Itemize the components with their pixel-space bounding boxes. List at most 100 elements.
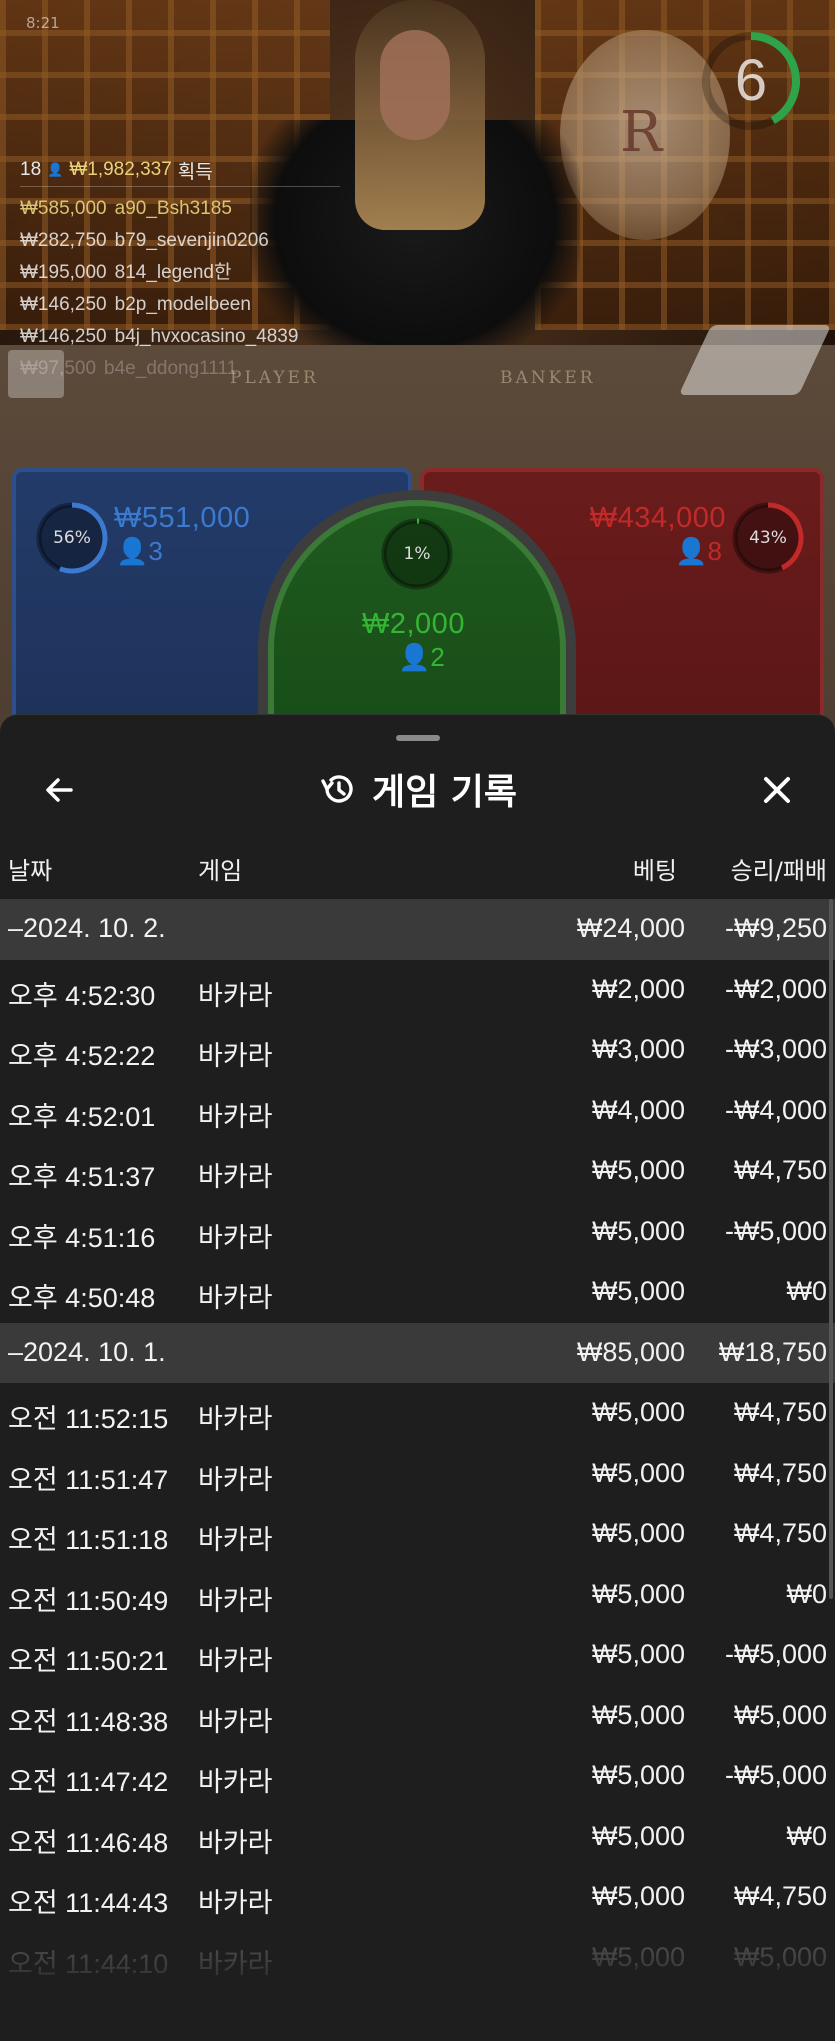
history-table[interactable]: –2024. 10. 2. ₩24,000 -₩9,250 오후 4:52:30 바카라… [0, 899, 835, 2041]
winners-list: ₩585,000 a90_Bsh3185 ₩282,750 b79_sevenjin0… [20, 193, 340, 385]
row-time: 오전 11:51:47 [8, 1464, 169, 1495]
row-game: 바카라 [198, 1283, 273, 1313]
row-time: 오후 4:52:22 [8, 1041, 156, 1071]
history-scrollbar[interactable] [829, 899, 833, 1599]
row-game: 바카라 [198, 1888, 273, 1918]
row-time: 오전 11:47:42 [8, 1767, 169, 1797]
player-bettor-count-value: 3 [148, 536, 163, 566]
game-history-sheet: 게임 기록 날짜 게임 베팅 승리/패배 –2024. 10. 2. ₩24,00… [0, 714, 835, 2041]
close-icon [764, 777, 790, 803]
live-dealer-video: R PLAYER BANKER 8:21 6 18 👤 ₩1,982,337 획… [0, 0, 835, 760]
row-game: 바카라 [198, 1706, 273, 1737]
history-column-headers: 날짜 게임 베팅 승리/패배 [0, 845, 835, 887]
sheet-drag-handle[interactable] [396, 735, 440, 741]
row-result: ₩0 [786, 1276, 828, 1306]
group-date: –2024. 10. 2. [8, 913, 166, 943]
history-row[interactable]: 오전 11:46:48 바카라 ₩5,000 ₩0 [0, 1807, 835, 1868]
history-row[interactable]: 오전 11:50:21 바카라 ₩5,000 -₩5,000 [0, 1625, 835, 1686]
player-percent: 56% [53, 528, 91, 548]
row-bet: ₩5,000 [591, 1820, 685, 1851]
row-result: -₩3,000 [724, 1034, 827, 1064]
row-bet: ₩5,000 [591, 1760, 685, 1790]
tie-bettor-count-value: 2 [430, 642, 445, 672]
row-bet: ₩5,000 [591, 1215, 685, 1246]
row-time: 오후 4:51:16 [8, 1222, 156, 1253]
row-bet: ₩5,000 [591, 1578, 685, 1609]
row-time: 오후 4:52:01 [8, 1101, 156, 1132]
player-bet-total: ₩551,000 [114, 502, 251, 534]
history-row[interactable]: 오전 11:50:49 바카라 ₩5,000 ₩0 [0, 1565, 835, 1626]
person-icon: 👤 [47, 162, 64, 177]
history-row[interactable]: 오전 11:51:47 바카라 ₩5,000 ₩4,750 [0, 1444, 835, 1505]
banker-bet-total: ₩434,000 [589, 502, 726, 534]
banker-bettor-count: 👤8 [675, 536, 722, 567]
row-result: ₩5,000 [733, 1699, 827, 1730]
row-result: -₩5,000 [724, 1639, 827, 1669]
row-bet: ₩5,000 [591, 1276, 685, 1306]
row-game: 바카라 [198, 1525, 273, 1555]
row-bet: ₩4,000 [591, 1094, 685, 1125]
group-bet-total: ₩85,000 [576, 1336, 685, 1367]
round-id: 8:21 [26, 14, 60, 32]
group-result-total: ₩18,750 [718, 1336, 827, 1367]
person-icon: 👤 [116, 536, 149, 566]
felt-label-banker: BANKER [500, 368, 596, 388]
group-result-total: -₩9,250 [724, 913, 827, 943]
column-header-date: 날짜 [8, 857, 53, 885]
row-time: 오전 11:44:43 [8, 1888, 169, 1918]
row-game: 바카라 [198, 980, 273, 1011]
row-time: 오후 4:52:30 [8, 980, 156, 1011]
list-fade-overlay [0, 1921, 835, 2041]
row-time: 오후 4:51:37 [8, 1162, 156, 1192]
history-icon [321, 775, 353, 803]
countdown-timer-value: 6 [734, 48, 768, 113]
history-row[interactable]: 오후 4:51:37 바카라 ₩5,000 ₩4,750 [0, 1141, 835, 1202]
history-row[interactable]: 오전 11:47:42 바카라 ₩5,000 -₩5,000 [0, 1746, 835, 1807]
tie-percent: 1% [403, 544, 431, 564]
row-time: 오전 11:50:21 [8, 1646, 169, 1676]
winner-row: ₩195,000 814_legend한 [20, 257, 340, 289]
row-time: 오전 11:46:48 [8, 1827, 169, 1858]
winners-suffix: 획득 [177, 161, 213, 183]
row-result: -₩5,000 [724, 1760, 827, 1790]
row-result: ₩4,750 [733, 1518, 827, 1548]
history-row[interactable]: 오전 11:48:38 바카라 ₩5,000 ₩5,000 [0, 1686, 835, 1747]
winner-nickname: b79_sevenjin0206 [114, 230, 269, 251]
date-group-row[interactable]: –2024. 10. 1. ₩85,000 ₩18,750 [0, 1322, 835, 1383]
row-bet: ₩5,000 [591, 1699, 685, 1730]
close-button[interactable] [752, 765, 802, 815]
history-row[interactable]: 오전 11:44:43 바카라 ₩5,000 ₩4,750 [0, 1867, 835, 1928]
row-game: 바카라 [198, 1222, 273, 1253]
winner-nickname: b4j_hvxocasino_4839 [114, 326, 299, 347]
winner-nickname: b2p_modelbeen [114, 294, 251, 315]
dealer-face [380, 30, 450, 140]
history-row[interactable]: 오후 4:50:48 바카라 ₩5,000 ₩0 [0, 1262, 835, 1323]
winner-amount: ₩195,000 [20, 262, 107, 283]
banker-percent: 43% [749, 528, 787, 548]
winner-amount: ₩146,250 [20, 294, 107, 315]
date-group-row[interactable]: –2024. 10. 2. ₩24,000 -₩9,250 [0, 899, 835, 960]
winner-amount: ₩97,500 [20, 358, 97, 379]
row-bet: ₩5,000 [591, 1881, 685, 1911]
sheet-title: 게임 기록 [371, 772, 517, 813]
winners-summary: 18 👤 ₩1,982,337 획득 [20, 156, 340, 184]
row-result: ₩0 [786, 1578, 828, 1609]
winner-amount: ₩585,000 [20, 198, 107, 219]
row-bet: ₩5,000 [591, 1155, 685, 1185]
row-game: 바카라 [198, 1404, 273, 1434]
row-time: 오후 4:50:48 [8, 1283, 156, 1313]
winner-row: ₩146,250 b2p_modelbeen [20, 289, 340, 321]
row-game: 바카라 [198, 1101, 273, 1132]
history-row[interactable]: 오후 4:52:22 바카라 ₩3,000 -₩3,000 [0, 1020, 835, 1081]
row-bet: ₩5,000 [591, 1639, 685, 1669]
history-row[interactable]: 오후 4:51:16 바카라 ₩5,000 -₩5,000 [0, 1202, 835, 1263]
row-time: 오전 11:48:38 [8, 1706, 169, 1737]
row-bet: ₩5,000 [591, 1397, 685, 1427]
history-row[interactable]: 오전 11:52:15 바카라 ₩5,000 ₩4,750 [0, 1383, 835, 1444]
winner-amount: ₩146,250 [20, 326, 107, 347]
history-row[interactable]: 오후 4:52:30 바카라 ₩2,000 -₩2,000 [0, 960, 835, 1021]
person-icon: 👤 [675, 536, 708, 566]
history-row[interactable]: 오후 4:52:01 바카라 ₩4,000 -₩4,000 [0, 1081, 835, 1142]
history-row[interactable]: 오전 11:51:18 바카라 ₩5,000 ₩4,750 [0, 1504, 835, 1565]
player-bettor-count: 👤3 [116, 536, 163, 567]
